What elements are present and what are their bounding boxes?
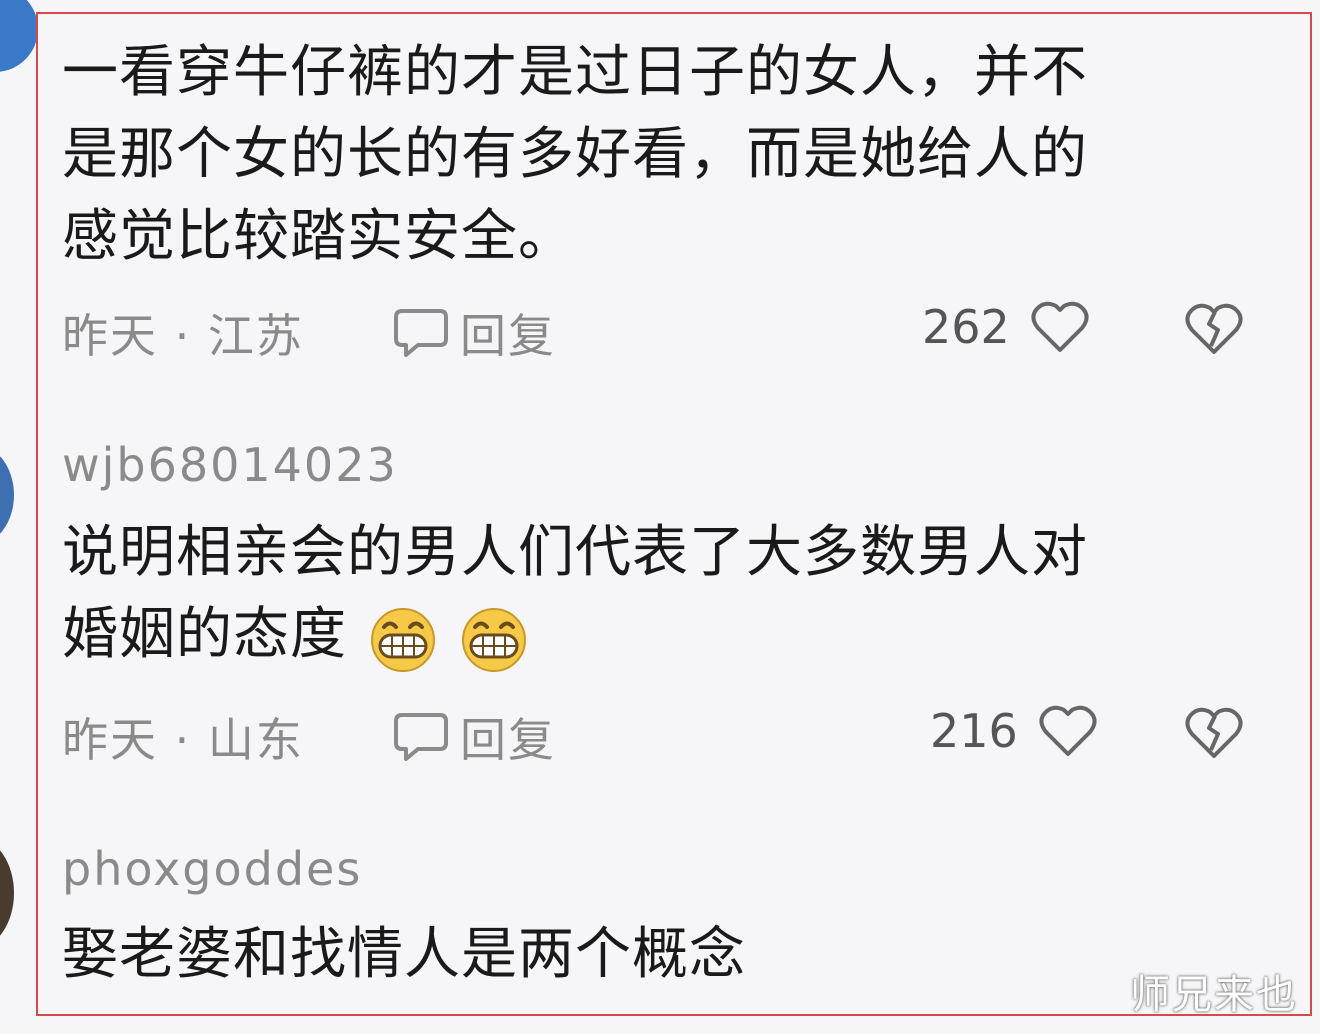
reply-label: 回复 — [460, 309, 556, 363]
dislike-button[interactable] — [1184, 302, 1244, 367]
like-count: 262 — [922, 300, 1010, 354]
comment-text: 说明相亲会的男人们代表了大多数男人对 婚姻的态度 — [62, 512, 1212, 676]
like-button[interactable]: 216 — [930, 704, 1098, 758]
comment-bubble-icon — [394, 309, 448, 357]
comment-line: 说明相亲会的男人们代表了大多数男人对 — [62, 520, 1088, 585]
avatar[interactable] — [0, 0, 38, 72]
watermark: 师兄来也 — [1130, 972, 1298, 1018]
reply-button[interactable]: 回复 — [392, 704, 556, 770]
broken-heart-icon — [1185, 707, 1243, 758]
comment-line: 娶老婆和找情人是两个概念 — [62, 922, 746, 987]
like-button[interactable]: 262 — [922, 300, 1090, 354]
comment-text: 娶老婆和找情人是两个概念 — [62, 914, 1212, 996]
comment-line: 婚姻的态度 — [62, 602, 347, 667]
time-location: 昨天 · 江苏 — [62, 309, 304, 363]
avatar[interactable] — [0, 838, 14, 948]
avatar[interactable] — [0, 445, 14, 545]
reply-label: 回复 — [460, 713, 556, 767]
comment-meta: 昨天 · 山东 回复 216 — [62, 704, 1262, 767]
comment-line: 是那个女的长的有多好看，而是她给人的 — [62, 122, 1088, 187]
comment-text: 一看穿牛仔裤的才是过日子的女人，并不 是那个女的长的有多好看，而是她给人的 感觉… — [62, 32, 1212, 278]
like-count: 216 — [930, 704, 1018, 758]
grin-emoji — [461, 607, 526, 672]
username[interactable]: wjb68014023 — [62, 438, 398, 492]
reply-button[interactable]: 回复 — [392, 300, 556, 366]
comment-line: 感觉比较踏实安全。 — [62, 204, 575, 269]
heart-icon — [1031, 301, 1089, 352]
broken-heart-icon — [1185, 303, 1243, 354]
time-location: 昨天 · 山东 — [62, 713, 304, 767]
grin-emoji — [370, 607, 435, 672]
comment-bubble-icon — [394, 713, 448, 761]
dislike-button[interactable] — [1184, 706, 1244, 771]
comment-meta: 昨天 · 江苏 回复 262 — [62, 300, 1262, 363]
username[interactable]: phoxgoddes — [62, 842, 362, 896]
heart-icon — [1039, 705, 1097, 756]
comment-line-with-emoji: 婚姻的态度 — [62, 594, 1212, 676]
comment-line: 一看穿牛仔裤的才是过日子的女人，并不 — [62, 40, 1088, 105]
